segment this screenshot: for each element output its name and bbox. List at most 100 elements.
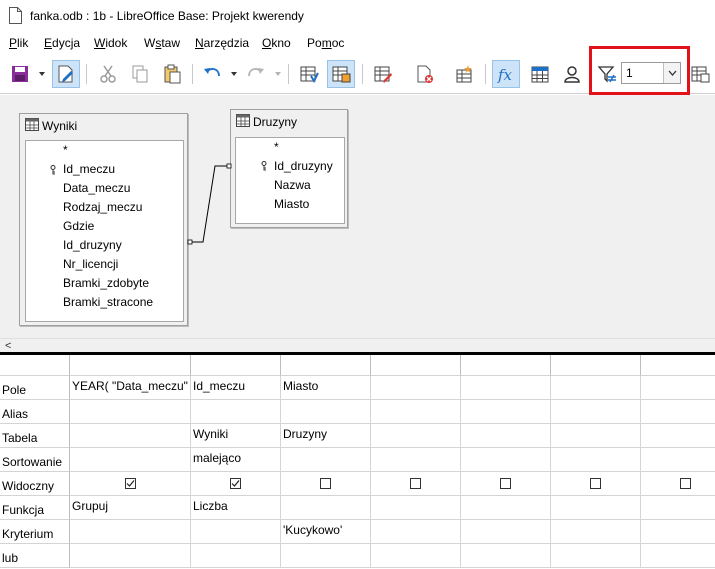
grid-cell-alias[interactable] xyxy=(191,400,281,424)
functions-button[interactable]: fx xyxy=(492,60,520,88)
grid-cell-widoczny[interactable] xyxy=(551,472,641,496)
grid-cell-tabela[interactable] xyxy=(371,424,461,448)
grid-cell-funkcja[interactable]: Grupuj xyxy=(70,496,191,520)
grid-cell-kryterium[interactable]: 'Kucykowo' xyxy=(281,520,371,544)
grid-cell-funkcja[interactable] xyxy=(641,496,715,520)
copy-button[interactable] xyxy=(126,60,154,88)
menu-plik[interactable]: Plik xyxy=(9,36,28,50)
redo-button[interactable] xyxy=(242,60,270,88)
field-item[interactable]: Nazwa xyxy=(274,178,311,192)
grid-cell-kryterium[interactable] xyxy=(551,520,641,544)
visible-checkbox[interactable] xyxy=(680,478,691,489)
grid-cell-funkcja[interactable] xyxy=(281,496,371,520)
column-header[interactable] xyxy=(191,355,281,376)
grid-cell-tabela[interactable] xyxy=(70,424,191,448)
cut-button[interactable] xyxy=(94,60,122,88)
field-list[interactable]: * Id_druzyny Nazwa Miasto xyxy=(235,137,345,224)
grid-cell-widoczny[interactable] xyxy=(641,472,715,496)
menu-pomoc[interactable]: Pomoc xyxy=(307,36,344,50)
grid-cell-pole[interactable] xyxy=(641,376,715,400)
grid-cell-funkcja[interactable] xyxy=(551,496,641,520)
grid-cell-widoczny[interactable] xyxy=(191,472,281,496)
visible-checkbox[interactable] xyxy=(124,478,136,489)
visible-checkbox[interactable] xyxy=(320,478,331,489)
table-window-wyniki[interactable]: Wyniki * Id_meczu Data_meczu Rodzaj_mecz… xyxy=(19,113,188,326)
field-item[interactable]: * xyxy=(63,143,68,157)
grid-cell-kryterium[interactable] xyxy=(461,520,551,544)
clear-query-button[interactable] xyxy=(369,60,397,88)
grid-cell-funkcja[interactable]: Liczba xyxy=(191,496,281,520)
column-header[interactable] xyxy=(281,355,371,376)
grid-cell-sortowanie[interactable] xyxy=(70,448,191,472)
grid-cell-lub[interactable] xyxy=(70,544,191,568)
paste-button[interactable] xyxy=(158,60,186,88)
grid-cell-funkcja[interactable] xyxy=(371,496,461,520)
field-item[interactable]: Id_druzyny xyxy=(63,238,122,252)
grid-cell-lub[interactable] xyxy=(551,544,641,568)
grid-cell-alias[interactable] xyxy=(371,400,461,424)
field-item[interactable]: Gdzie xyxy=(63,219,94,233)
grid-cell-pole[interactable]: YEAR( "Data_meczu" ) xyxy=(70,376,191,400)
chevron-down-icon[interactable] xyxy=(274,70,282,78)
sql-view-button[interactable] xyxy=(686,60,714,88)
grid-cell-sortowanie[interactable]: malejąco xyxy=(191,448,281,472)
chevron-down-icon[interactable] xyxy=(230,70,238,78)
edit-mode-button[interactable] xyxy=(52,60,80,88)
grid-cell-lub[interactable] xyxy=(461,544,551,568)
visible-checkbox[interactable] xyxy=(590,478,601,489)
alias-button[interactable] xyxy=(558,60,586,88)
grid-cell-widoczny[interactable] xyxy=(371,472,461,496)
column-header[interactable] xyxy=(461,355,551,376)
horizontal-scrollbar[interactable]: < xyxy=(0,338,715,352)
grid-cell-pole[interactable] xyxy=(551,376,641,400)
field-item[interactable]: Bramki_stracone xyxy=(63,295,153,309)
table-window-druzyny[interactable]: Druzyny * Id_druzyny Nazwa Miasto xyxy=(230,109,348,228)
grid-cell-kryterium[interactable] xyxy=(191,520,281,544)
run-query-button[interactable] xyxy=(295,60,323,88)
grid-cell-funkcja[interactable] xyxy=(461,496,551,520)
grid-cell-lub[interactable] xyxy=(371,544,461,568)
grid-cell-kryterium[interactable] xyxy=(641,520,715,544)
grid-cell-pole[interactable] xyxy=(371,376,461,400)
field-item[interactable]: * xyxy=(274,140,279,154)
grid-cell-pole[interactable]: Miasto xyxy=(281,376,371,400)
grid-cell-pole[interactable] xyxy=(461,376,551,400)
grid-cell-alias[interactable] xyxy=(70,400,191,424)
column-header[interactable] xyxy=(551,355,641,376)
grid-cell-widoczny[interactable] xyxy=(461,472,551,496)
field-item[interactable]: Id_meczu xyxy=(63,162,115,176)
menu-okno[interactable]: Okno xyxy=(262,36,291,50)
grid-cell-tabela[interactable]: Druzyny xyxy=(281,424,371,448)
grid-cell-sortowanie[interactable] xyxy=(281,448,371,472)
grid-cell-pole[interactable]: Id_meczu xyxy=(191,376,281,400)
grid-cell-sortowanie[interactable] xyxy=(551,448,641,472)
grid-cell-alias[interactable] xyxy=(551,400,641,424)
grid-cell-sortowanie[interactable] xyxy=(641,448,715,472)
menu-widok[interactable]: Widok xyxy=(94,36,127,50)
grid-cell-lub[interactable] xyxy=(191,544,281,568)
column-header[interactable] xyxy=(371,355,461,376)
delete-button[interactable] xyxy=(411,60,439,88)
scroll-left-icon[interactable]: < xyxy=(5,340,11,352)
field-item[interactable]: Data_meczu xyxy=(63,181,130,195)
grid-cell-kryterium[interactable] xyxy=(70,520,191,544)
grid-cell-alias[interactable] xyxy=(281,400,371,424)
menu-edycja[interactable]: Edycja xyxy=(44,36,80,50)
visible-checkbox[interactable] xyxy=(410,478,421,489)
field-list[interactable]: * Id_meczu Data_meczu Rodzaj_meczu Gdzie… xyxy=(25,140,184,322)
grid-cell-lub[interactable] xyxy=(641,544,715,568)
add-table-button[interactable] xyxy=(450,60,478,88)
undo-button[interactable] xyxy=(198,60,226,88)
menu-wstaw[interactable]: Wstaw xyxy=(144,36,180,50)
grid-cell-alias[interactable] xyxy=(641,400,715,424)
grid-cell-sortowanie[interactable] xyxy=(461,448,551,472)
grid-cell-lub[interactable] xyxy=(281,544,371,568)
table-name-button[interactable] xyxy=(526,60,554,88)
grid-cell-tabela[interactable] xyxy=(551,424,641,448)
menu-narzedzia[interactable]: Narzędzia xyxy=(195,36,249,50)
field-item[interactable]: Miasto xyxy=(274,197,309,211)
grid-cell-tabela[interactable] xyxy=(641,424,715,448)
grid-cell-widoczny[interactable] xyxy=(70,472,191,496)
field-item[interactable]: Bramki_zdobyte xyxy=(63,276,149,290)
chevron-down-icon[interactable] xyxy=(38,70,46,78)
